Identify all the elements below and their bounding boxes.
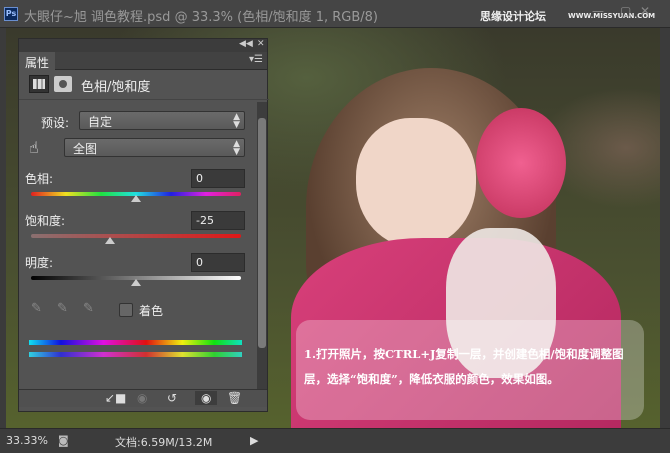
- hue-input[interactable]: 0: [191, 169, 245, 188]
- watermark: 思缘设计论坛: [480, 10, 546, 23]
- mask-icon[interactable]: [54, 76, 72, 92]
- tab-properties[interactable]: 属性: [19, 52, 55, 70]
- eyedropper-add-icon[interactable]: ✎: [57, 301, 68, 316]
- status-bar: 33.33% ◙ 文档:6.59M/13.2M ▶: [0, 428, 670, 453]
- title-bar: Ps 大眼仔~旭 调色教程.psd @ 33.3% (色相/饱和度 1, RGB…: [0, 0, 670, 28]
- colorize-checkbox[interactable]: [119, 303, 133, 317]
- lightness-input[interactable]: 0: [191, 253, 245, 272]
- panel-close-icon[interactable]: ✕: [257, 39, 265, 49]
- preset-select[interactable]: 自定 ▲ ▼: [79, 111, 245, 130]
- hue-label: 色相:: [25, 172, 54, 186]
- document-title: 大眼仔~旭 调色教程.psd @ 33.3% (色相/饱和度 1, RGB/8): [24, 10, 378, 25]
- caption-text: 1.打开照片，按CTRL+J复制一层，并创建色相/饱和度调整图层，选择“饱和度”…: [296, 320, 644, 420]
- visibility-eye-icon[interactable]: ◉: [195, 391, 218, 405]
- saturation-slider[interactable]: [31, 234, 241, 238]
- preset-label: 预设:: [41, 116, 70, 130]
- lightness-slider-thumb[interactable]: [131, 279, 141, 286]
- hue-slider-thumb[interactable]: [131, 195, 141, 202]
- photo-face: [356, 118, 476, 248]
- zoom-level[interactable]: 33.33%: [6, 434, 48, 447]
- close-icon[interactable]: ✕: [640, 4, 650, 18]
- photoshop-logo: Ps: [4, 7, 18, 21]
- output-color-bar: [29, 352, 242, 357]
- eyedropper-subtract-icon[interactable]: ✎: [83, 301, 94, 316]
- photo-earmuff: [476, 108, 566, 218]
- minimize-icon[interactable]: —: [592, 4, 604, 18]
- reset-icon[interactable]: ↺: [167, 391, 177, 405]
- channel-value: 全图: [73, 142, 98, 156]
- channel-select[interactable]: 全图 ▲ ▼: [64, 138, 245, 157]
- colorize-label: 着色: [139, 304, 164, 318]
- panel-scrollbar[interactable]: [257, 102, 267, 389]
- preset-value: 自定: [88, 115, 113, 129]
- panel-menu-icon[interactable]: ▾☰: [249, 54, 263, 65]
- panel-header: 色相/饱和度: [81, 80, 151, 95]
- properties-panel: ◀◀ ✕ 属性 ▾☰ 色相/饱和度 预设: 自定 ▲ ▼ ☝ 全图 ▲ ▼ 色相: 0 饱和…: [18, 38, 269, 412]
- hand-tool-icon[interactable]: ☝: [29, 138, 39, 157]
- maximize-icon[interactable]: ▢: [620, 4, 631, 18]
- eyedropper-icon[interactable]: ✎: [31, 301, 42, 316]
- adjustment-icon[interactable]: [29, 75, 49, 93]
- collapse-icon[interactable]: ◀◀: [239, 39, 253, 49]
- input-color-bar: [29, 340, 242, 345]
- saturation-label: 饱和度:: [25, 214, 66, 228]
- saturation-input[interactable]: -25: [191, 211, 245, 230]
- delete-icon[interactable]: 🗑: [227, 391, 242, 405]
- lightness-label: 明度:: [25, 256, 54, 270]
- status-icon[interactable]: ◙: [58, 434, 69, 447]
- saturation-slider-thumb[interactable]: [104, 237, 115, 244]
- clip-to-layer-icon[interactable]: ↙■: [105, 391, 126, 405]
- status-menu-arrow-icon[interactable]: ▶: [250, 434, 258, 447]
- view-previous-icon[interactable]: ◉: [137, 391, 147, 405]
- document-size: 文档:6.59M/13.2M: [115, 436, 213, 449]
